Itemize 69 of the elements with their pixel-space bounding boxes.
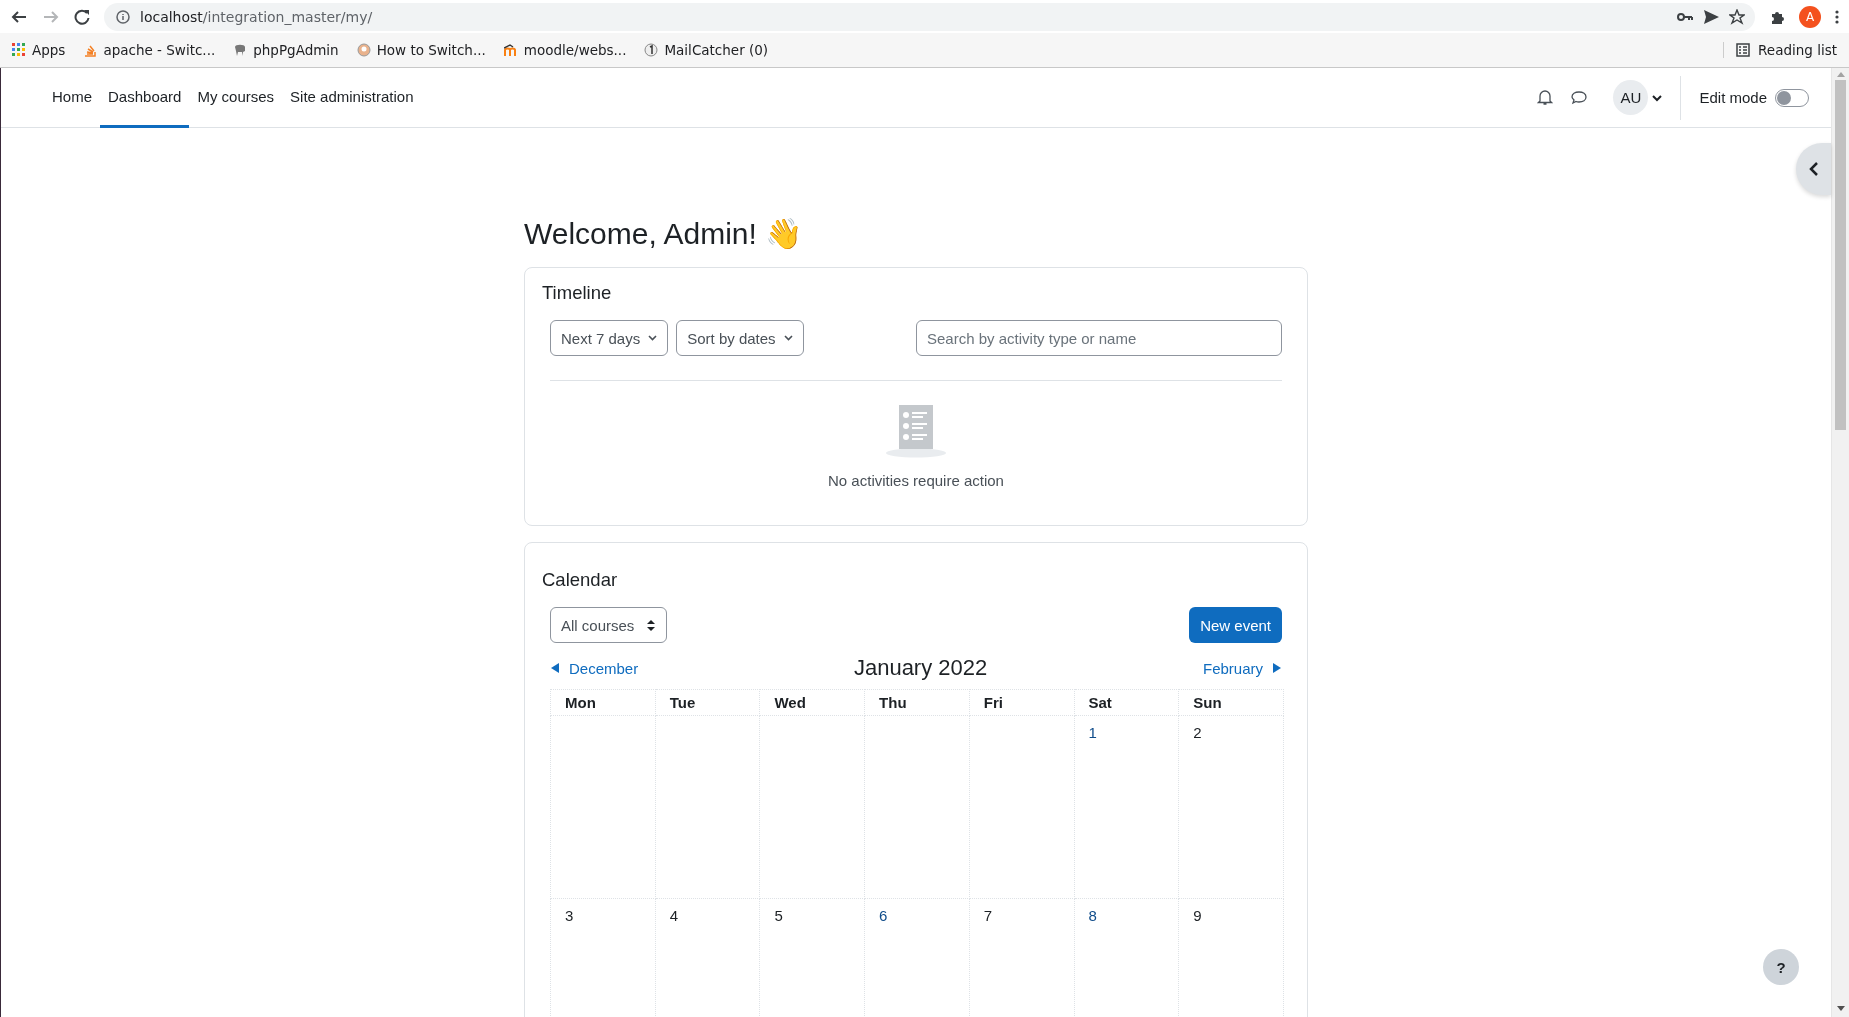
url-host: localhost bbox=[140, 8, 203, 25]
stack-icon bbox=[83, 43, 98, 57]
star-icon[interactable] bbox=[1729, 8, 1745, 25]
chevron-down-icon[interactable] bbox=[1652, 93, 1663, 102]
bookmark[interactable]: phpPgAdmin bbox=[233, 42, 339, 58]
nav-tab[interactable]: Home bbox=[52, 68, 100, 128]
weekday-header: Sat bbox=[1074, 689, 1179, 716]
apps-grid-icon bbox=[12, 43, 26, 57]
round-logo-icon bbox=[356, 43, 371, 57]
edit-mode-label: Edit mode bbox=[1699, 89, 1767, 106]
chevron-down-icon bbox=[648, 335, 658, 341]
month-title: January 2022 bbox=[852, 655, 989, 681]
weekday-header: Mon bbox=[550, 689, 656, 716]
edit-mode-toggle[interactable] bbox=[1775, 88, 1809, 107]
elephant-icon bbox=[233, 43, 248, 57]
day-number[interactable]: 8 bbox=[1088, 907, 1097, 924]
filter-dropdown[interactable]: Sort by dates bbox=[676, 320, 804, 356]
empty-message: No activities require action bbox=[828, 472, 1004, 489]
search-field[interactable]: Search by activity type or name bbox=[916, 320, 1282, 356]
weekday-header: Wed bbox=[759, 689, 865, 716]
day-number: 3 bbox=[565, 907, 574, 924]
nav-tab[interactable]: Site administration bbox=[282, 68, 422, 128]
m-logo-icon bbox=[503, 43, 518, 57]
reading-list-button[interactable]: Reading list bbox=[1723, 42, 1837, 58]
chevron-down-icon bbox=[783, 335, 793, 341]
bookmark[interactable]: MailCatcher (0) bbox=[644, 42, 769, 58]
address-bar[interactable]: localhost/integration_master/my/ bbox=[104, 2, 1755, 31]
weekday-header: Sun bbox=[1178, 689, 1284, 716]
day-number: 7 bbox=[983, 907, 993, 924]
day-number[interactable]: 1 bbox=[1088, 724, 1097, 741]
previous-month-link[interactable]: December bbox=[550, 659, 639, 677]
url-path: /integration_master/my/ bbox=[202, 8, 373, 25]
bookmark[interactable]: Apps bbox=[12, 42, 66, 58]
bookmark[interactable]: moodle/webs... bbox=[503, 42, 627, 58]
chevron-left-icon bbox=[1808, 162, 1819, 176]
reload-icon[interactable] bbox=[74, 8, 90, 25]
filter-dropdown[interactable]: Next 7 days bbox=[550, 320, 669, 356]
badge-icon bbox=[644, 43, 659, 57]
scroll-up-icon bbox=[1836, 72, 1845, 77]
weekday-header: Thu bbox=[864, 689, 970, 716]
course-select[interactable]: All courses bbox=[550, 607, 668, 643]
more-menu-icon[interactable] bbox=[1835, 9, 1839, 24]
day-number: 4 bbox=[669, 907, 679, 924]
bookmark[interactable]: How to Switch... bbox=[356, 42, 486, 58]
scroll-down-icon bbox=[1836, 1006, 1845, 1011]
triangle-right-icon bbox=[1273, 662, 1282, 674]
empty-list-illustration bbox=[886, 403, 946, 458]
speech-bubble-icon[interactable] bbox=[1571, 90, 1588, 105]
next-month-link[interactable]: February bbox=[1202, 659, 1282, 677]
new-event-button[interactable]: New event bbox=[1189, 607, 1282, 643]
card-title: Timeline bbox=[542, 282, 613, 304]
weekday-header: Fri bbox=[969, 689, 1074, 716]
user-avatar[interactable]: AU bbox=[1613, 80, 1649, 115]
day-number: 9 bbox=[1193, 907, 1202, 924]
weekday-header: Tue bbox=[655, 689, 760, 716]
welcome-heading: Welcome, Admin! 👋 bbox=[524, 216, 804, 251]
bookmark[interactable]: apache - Switc... bbox=[83, 42, 216, 58]
card-title: Calendar bbox=[542, 569, 619, 591]
day-number: 2 bbox=[1193, 724, 1202, 741]
bell-icon[interactable] bbox=[1537, 89, 1554, 106]
info-icon bbox=[116, 9, 130, 24]
day-number[interactable]: 6 bbox=[879, 907, 888, 924]
list-icon bbox=[1736, 43, 1751, 57]
nav-tab[interactable]: My courses bbox=[189, 68, 283, 128]
send-icon[interactable] bbox=[1703, 8, 1719, 25]
back-icon[interactable] bbox=[10, 8, 28, 25]
sort-arrows-icon bbox=[646, 618, 657, 632]
triangle-left-icon bbox=[550, 662, 559, 674]
day-number: 5 bbox=[774, 907, 783, 924]
